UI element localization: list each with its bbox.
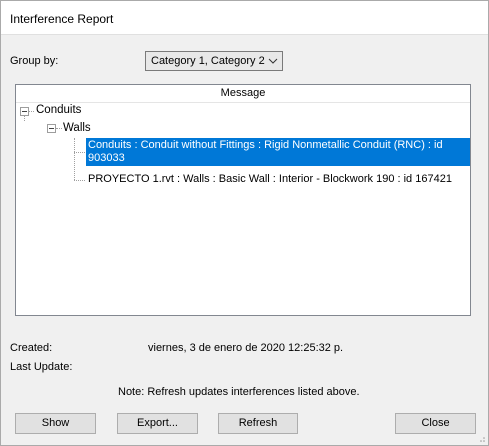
resize-grip-icon[interactable] [476,433,486,443]
column-header-label: Message [220,87,266,99]
tree-connector [56,128,62,129]
item-text-line1: Conduits : Conduit without Fittings : Ri… [88,139,443,151]
export-button[interactable]: Export... [117,413,198,434]
tree-node-conduits[interactable]: Conduits [36,104,81,116]
chevron-down-icon [268,58,278,64]
collapse-root-toggle[interactable] [20,107,29,116]
collapse-walls-toggle[interactable] [47,124,56,133]
window-title: Interference Report [10,12,114,26]
tree-connector [74,138,75,180]
created-value: viernes, 3 de enero de 2020 12:25:32 p. [148,342,344,354]
refresh-note: Note: Refresh updates interferences list… [118,386,360,398]
close-button[interactable]: Close [395,413,476,434]
tree-connector [74,180,85,181]
group-by-label: Group by: [10,55,59,67]
created-label: Created: [10,342,53,354]
interference-item-selected[interactable]: Conduits : Conduit without Fittings : Ri… [86,138,470,166]
group-by-value: Category 1, Category 2 [151,55,265,67]
interference-item[interactable]: PROYECTO 1.rvt : Walls : Basic Wall : In… [88,173,452,185]
interference-report-dialog: Interference Report Group by: Category 1… [0,0,489,446]
tree-connector [74,152,85,153]
column-header-message[interactable]: Message [16,85,470,103]
tree-connector [24,116,25,121]
tree-connector [29,111,34,112]
refresh-button[interactable]: Refresh [218,413,298,434]
group-by-dropdown[interactable]: Category 1, Category 2 [145,51,283,71]
show-button[interactable]: Show [15,413,96,434]
item-text-line2: 903033 [88,152,125,164]
interference-tree[interactable]: Message Conduits Walls Conduits : Condui… [15,84,471,316]
title-bar: Interference Report [1,1,488,35]
last-update-label: Last Update: [10,361,73,373]
tree-node-walls[interactable]: Walls [63,122,91,134]
